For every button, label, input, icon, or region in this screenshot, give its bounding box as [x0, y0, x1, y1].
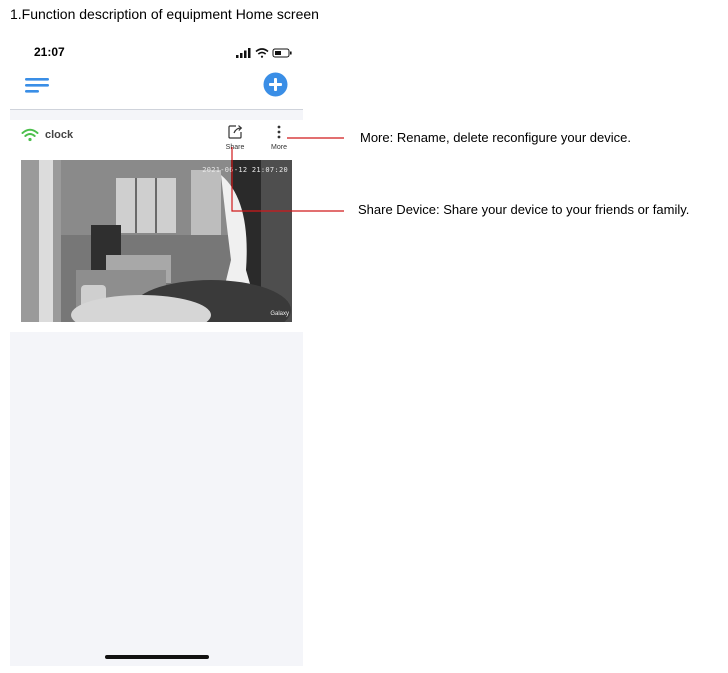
page-heading: 1.Function description of equipment Home… [10, 6, 319, 22]
wifi-icon [21, 128, 39, 142]
menu-icon[interactable] [25, 75, 49, 95]
signal-icon [236, 48, 251, 58]
app-bar [10, 70, 303, 110]
add-device-icon[interactable] [263, 72, 288, 97]
status-icons [236, 48, 292, 58]
share-label: Share [225, 144, 245, 151]
more-label: More [271, 144, 287, 151]
phone-screen: 21:07 clock Share More 2021-06-12 21:07:… [10, 36, 303, 666]
share-button[interactable]: Share [222, 124, 248, 154]
wifi-status-icon [255, 48, 269, 58]
more-vertical-icon [277, 125, 281, 139]
device-card[interactable]: clock Share More 2021-06-12 21:07:20 Gal… [10, 120, 303, 332]
status-bar: 21:07 [10, 36, 303, 70]
status-time: 21:07 [34, 45, 65, 59]
camera-feed[interactable]: 2021-06-12 21:07:20 Galaxy [21, 160, 292, 322]
share-annotation: Share Device: Share your device to your … [358, 202, 690, 217]
more-annotation: More: Rename, delete reconfigure your de… [360, 130, 631, 145]
share-icon [228, 125, 243, 139]
camera-feed-image [21, 160, 292, 322]
battery-icon [272, 48, 292, 58]
more-button[interactable]: More [266, 124, 292, 154]
feed-timestamp: 2021-06-12 21:07:20 [202, 166, 288, 174]
home-indicator [105, 655, 209, 659]
feed-watermark: Galaxy [270, 311, 289, 317]
device-name: clock [45, 129, 74, 141]
